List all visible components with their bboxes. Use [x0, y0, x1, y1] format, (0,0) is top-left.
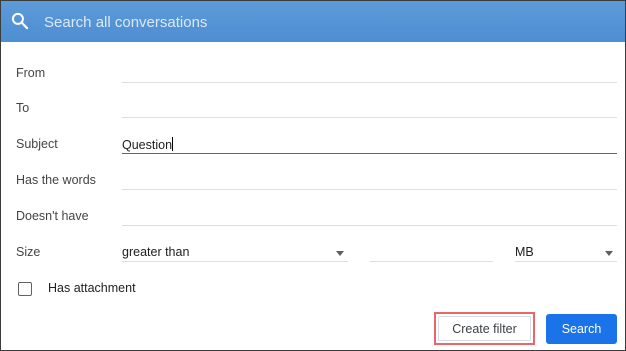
- doesnt-have-field[interactable]: [122, 204, 617, 226]
- from-label: From: [16, 66, 46, 80]
- size-value-field[interactable]: [370, 240, 493, 262]
- size-operator-underline: [122, 261, 348, 262]
- chevron-down-icon: [336, 251, 344, 256]
- has-words-label: Has the words: [16, 173, 96, 187]
- to-field[interactable]: [122, 96, 617, 118]
- has-words-underline: [122, 189, 617, 190]
- subject-value: Question: [122, 138, 173, 152]
- to-underline: [122, 117, 617, 118]
- doesnt-have-underline: [122, 225, 617, 226]
- size-label: Size: [16, 245, 41, 259]
- size-value-underline: [370, 261, 493, 262]
- advanced-search-dialog: From To Subject Question Has the words D…: [0, 0, 626, 351]
- text-caret: [172, 137, 174, 151]
- from-field[interactable]: [122, 61, 617, 83]
- has-words-field[interactable]: [122, 168, 617, 190]
- from-underline: [122, 82, 617, 83]
- size-unit-value: MB: [515, 245, 534, 259]
- chevron-down-icon: [605, 251, 613, 256]
- size-unit-underline: [515, 261, 617, 262]
- create-filter-button[interactable]: Create filter: [438, 316, 531, 341]
- subject-label: Subject: [16, 137, 58, 151]
- search-input[interactable]: [44, 9, 604, 35]
- search-icon[interactable]: [10, 11, 30, 31]
- search-button[interactable]: Search: [546, 314, 617, 344]
- size-operator-value: greater than: [122, 245, 190, 259]
- has-attachment-label: Has attachment: [48, 281, 136, 295]
- search-bar: [1, 1, 625, 42]
- to-label: To: [16, 101, 30, 115]
- doesnt-have-label: Doesn't have: [16, 209, 89, 223]
- subject-underline: [122, 153, 617, 154]
- subject-field[interactable]: Question: [122, 137, 617, 152]
- has-attachment-checkbox[interactable]: [18, 282, 32, 296]
